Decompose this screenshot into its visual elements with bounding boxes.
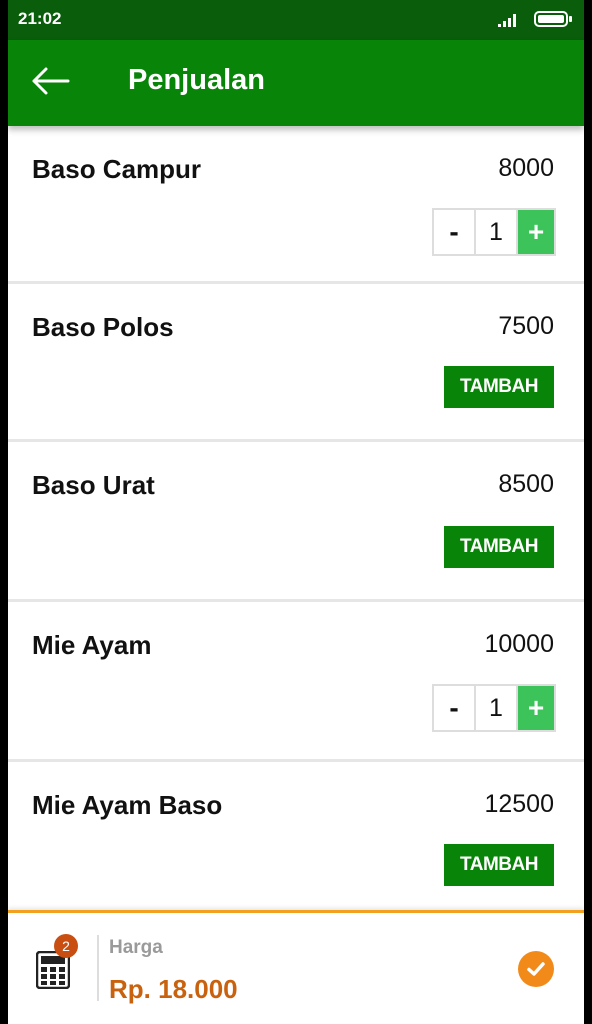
add-button[interactable]: TAMBAH xyxy=(444,844,554,886)
item-name: Baso Polos xyxy=(32,312,174,342)
divider xyxy=(97,935,99,1001)
item-price: 8000 xyxy=(498,154,554,182)
add-button[interactable]: TAMBAH xyxy=(444,526,554,568)
increment-button[interactable]: + xyxy=(518,686,554,730)
quantity-value: 1 xyxy=(476,210,518,254)
item-name: Baso Urat xyxy=(32,470,155,500)
list-item: Mie Ayam 10000 - 1 + xyxy=(8,602,584,762)
quantity-stepper: - 1 + xyxy=(432,208,556,256)
app-bar: Penjualan xyxy=(8,40,584,126)
add-button[interactable]: TAMBAH xyxy=(444,366,554,408)
item-price: 10000 xyxy=(484,630,554,658)
item-name: Mie Ayam Baso xyxy=(32,790,223,820)
product-list: Baso Campur 8000 - 1 + Baso Polos 7500 T… xyxy=(8,126,584,920)
confirm-button[interactable] xyxy=(518,951,554,987)
list-item: Baso Polos 7500 TAMBAH xyxy=(8,284,584,442)
arrow-left-icon[interactable] xyxy=(30,66,70,96)
decrement-button[interactable]: - xyxy=(434,686,476,730)
item-name: Mie Ayam xyxy=(32,630,152,660)
list-item: Baso Urat 8500 TAMBAH xyxy=(8,442,584,602)
list-item: Mie Ayam Baso 12500 TAMBAH xyxy=(8,762,584,920)
item-price: 8500 xyxy=(498,470,554,498)
item-price: 12500 xyxy=(484,790,554,818)
quantity-value: 1 xyxy=(476,686,518,730)
quantity-stepper: - 1 + xyxy=(432,684,556,732)
cart-footer: 2 Harga Rp. 18.000 xyxy=(8,910,584,1024)
list-item: Baso Campur 8000 - 1 + xyxy=(8,126,584,284)
page-title: Penjualan xyxy=(128,64,265,96)
total-price: Rp. 18.000 xyxy=(109,974,238,1004)
item-price: 7500 xyxy=(498,312,554,340)
screen: 21:02 Penjualan Baso Campur 8000 - 1 + B… xyxy=(8,0,584,1024)
cart-count-badge: 2 xyxy=(54,934,78,958)
check-circle-icon xyxy=(527,962,545,976)
status-bar: 21:02 xyxy=(8,0,584,40)
status-time: 21:02 xyxy=(18,9,62,28)
decrement-button[interactable]: - xyxy=(434,210,476,254)
increment-button[interactable]: + xyxy=(518,210,554,254)
item-name: Baso Campur xyxy=(32,154,202,184)
harga-label: Harga xyxy=(109,937,163,958)
signal-icon xyxy=(498,14,516,27)
battery-icon xyxy=(534,11,572,27)
